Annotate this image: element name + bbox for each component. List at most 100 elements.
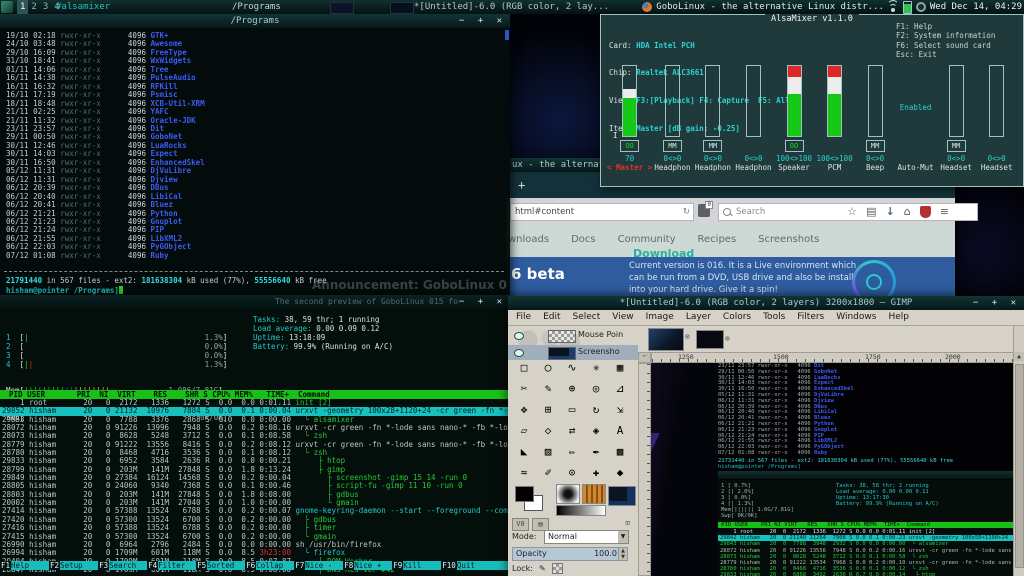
terminal-titlebar[interactable]: /Programs − + ✕ [0, 14, 510, 29]
mixer-channel[interactable]: 100<>100 PCM [814, 65, 855, 172]
menu-item[interactable]: View [608, 310, 637, 325]
site-nav-link[interactable]: Community [618, 234, 676, 245]
mixer-channel[interactable]: OO 70 < Master > [607, 65, 652, 172]
tool-button[interactable]: ↻ [584, 400, 608, 421]
dropdown-arrow-icon[interactable]: ▼ [618, 531, 628, 543]
scrollbar-thumb[interactable] [1015, 364, 1024, 568]
mixer-channel[interactable]: MM 0<>0 Headphon [693, 65, 734, 172]
window-buttons[interactable]: − + ✕ [459, 14, 506, 28]
tool-button[interactable]: ✚ [584, 463, 608, 484]
tool-button[interactable]: ◇ [536, 421, 560, 442]
menu-item[interactable]: Image [642, 310, 678, 325]
url-bar[interactable]: html#content ↻ [510, 203, 694, 221]
opacity-spinner[interactable]: ▲ ▼ [618, 547, 628, 561]
adblock-shield-icon[interactable] [919, 205, 931, 218]
window-buttons[interactable]: − + ✕ [459, 295, 506, 309]
tool-button[interactable]: ⊕ [560, 379, 584, 400]
taskbar-item-programs[interactable]: /Programs [232, 0, 281, 14]
brush-thumbnail[interactable] [556, 484, 580, 504]
tool-button[interactable]: ⇲ [608, 400, 632, 421]
htop-titlebar[interactable]: The second preview of GoboLinux 015 fo −… [0, 295, 510, 309]
reload-icon[interactable]: ↻ [683, 204, 690, 220]
tool-button[interactable]: ✏ [560, 442, 584, 463]
battery-icon[interactable] [902, 0, 912, 14]
window-thumbnail[interactable] [330, 2, 354, 14]
bookmark-star-icon[interactable]: ☆ [847, 205, 857, 218]
tool-button[interactable]: ◈ [584, 421, 608, 442]
tool-button[interactable]: ≈ [512, 463, 536, 484]
menu-item[interactable]: Layer [682, 310, 715, 325]
image-tab-2[interactable] [696, 330, 724, 349]
library-icon[interactable]: ▤ [866, 205, 876, 218]
tool-button[interactable]: ✎ [536, 379, 560, 400]
firefox-icon[interactable] [642, 2, 653, 12]
tool-button[interactable]: ∿ [560, 358, 584, 379]
taskbar-item-firefox[interactable]: GoboLinux - the alternative Linux distr.… [656, 0, 884, 14]
function-key[interactable]: F10Quit [441, 561, 495, 570]
mixer-channel[interactable]: MM 0<>0 Headphon [652, 65, 693, 172]
gimp-titlebar[interactable]: *[Untitled]-6.0 (RGB color, 2 layers) 32… [508, 296, 1024, 311]
mute-indicator[interactable]: OO [620, 140, 640, 152]
function-key[interactable]: F6Collap [245, 561, 294, 570]
visibility-eye-icon[interactable] [514, 332, 524, 340]
mixer-channel[interactable]: 0<>0 Headphon [733, 65, 774, 172]
extension-icon[interactable]: 0 [698, 201, 713, 217]
function-key[interactable]: F4Filter [147, 561, 196, 570]
mute-indicator[interactable]: MM [865, 140, 885, 152]
ruler-corner[interactable]: ⌐ [638, 352, 651, 363]
tray-circle-icon[interactable] [915, 2, 926, 12]
terminal-scrollbar[interactable] [505, 30, 509, 40]
tool-button[interactable]: A [608, 421, 632, 442]
new-tab-button[interactable]: + [518, 178, 525, 192]
menu-item[interactable]: Edit [539, 310, 564, 325]
tool-button[interactable]: □ [512, 358, 536, 379]
site-nav-link[interactable]: wnloads [508, 234, 549, 245]
mute-indicator[interactable]: MM [662, 140, 682, 152]
tool-button[interactable]: ✥ [512, 400, 536, 421]
mute-indicator[interactable]: OO [784, 140, 804, 152]
mute-indicator[interactable]: MM [703, 140, 723, 152]
tool-button[interactable]: ✐ [536, 463, 560, 484]
gimp-canvas[interactable]: 23/11 23:57 rwxr-xr-x 4096 Dit 29/11 00:5… [651, 363, 1014, 576]
close-icon[interactable]: ⊗ [725, 334, 730, 343]
image-tab-1[interactable] [648, 328, 684, 351]
canvas-scrollbar[interactable]: ▲ [1013, 326, 1024, 576]
function-key[interactable]: F1Help [0, 561, 49, 570]
gradient-thumbnail[interactable] [556, 505, 606, 516]
tool-button[interactable]: ▱ [512, 421, 536, 442]
site-nav-link[interactable]: Recipes [698, 234, 737, 245]
tool-button[interactable]: ◣ [512, 442, 536, 463]
scroll-up-icon[interactable]: ▲ [1014, 352, 1024, 361]
window-thumbnail[interactable] [390, 2, 414, 14]
menu-item[interactable]: Help [884, 310, 913, 325]
layer-row[interactable]: Mouse Poin [508, 328, 638, 343]
configure-tab-button[interactable]: ⊡ [620, 518, 635, 529]
workspace-tag[interactable]: 3 [40, 0, 51, 14]
tool-button[interactable]: ✒ [584, 442, 608, 463]
tool-button[interactable]: ⇄ [560, 421, 584, 442]
lock-paint-icon[interactable]: ✎ [539, 564, 546, 573]
tool-button[interactable]: ◎ [584, 379, 608, 400]
mixer-channel[interactable]: Enabled Auto-Mut [895, 65, 936, 172]
mixer-channel[interactable]: OO 100<>100 Speaker [774, 65, 815, 172]
tool-button[interactable]: ◆ [608, 463, 632, 484]
close-icon[interactable]: ⊗ [685, 332, 690, 341]
menu-item[interactable]: Select [569, 310, 605, 325]
tool-button[interactable]: ▭ [560, 400, 584, 421]
function-key[interactable]: F7Nice - [294, 561, 343, 570]
tool-button[interactable]: ✂ [512, 379, 536, 400]
function-key[interactable]: F9Kill [392, 561, 441, 570]
opacity-slider[interactable]: Opacity 100.0 ▲ ▼ [512, 547, 628, 561]
workspace-tag[interactable]: 2 [28, 0, 39, 14]
menu-item[interactable]: Tools [759, 310, 789, 325]
workspace-tag[interactable]: 1 [17, 0, 29, 14]
function-key[interactable]: F2Setup [49, 561, 98, 570]
site-nav-link[interactable]: Docs [571, 234, 596, 245]
mixer-channel[interactable]: MM 0<>0 Beep [855, 65, 896, 172]
mixer-channel[interactable]: MM 0<>0 Headset [936, 65, 977, 172]
tool-options-tab[interactable]: V0 [512, 518, 529, 531]
window-buttons[interactable]: − + ✕ [973, 296, 1020, 310]
tool-button[interactable]: ✳ [584, 358, 608, 379]
lock-alpha-icon[interactable] [551, 563, 563, 574]
taskbar-item-gimp[interactable]: *[Untitled]-6.0 (RGB color, 2 lay... [414, 0, 609, 14]
